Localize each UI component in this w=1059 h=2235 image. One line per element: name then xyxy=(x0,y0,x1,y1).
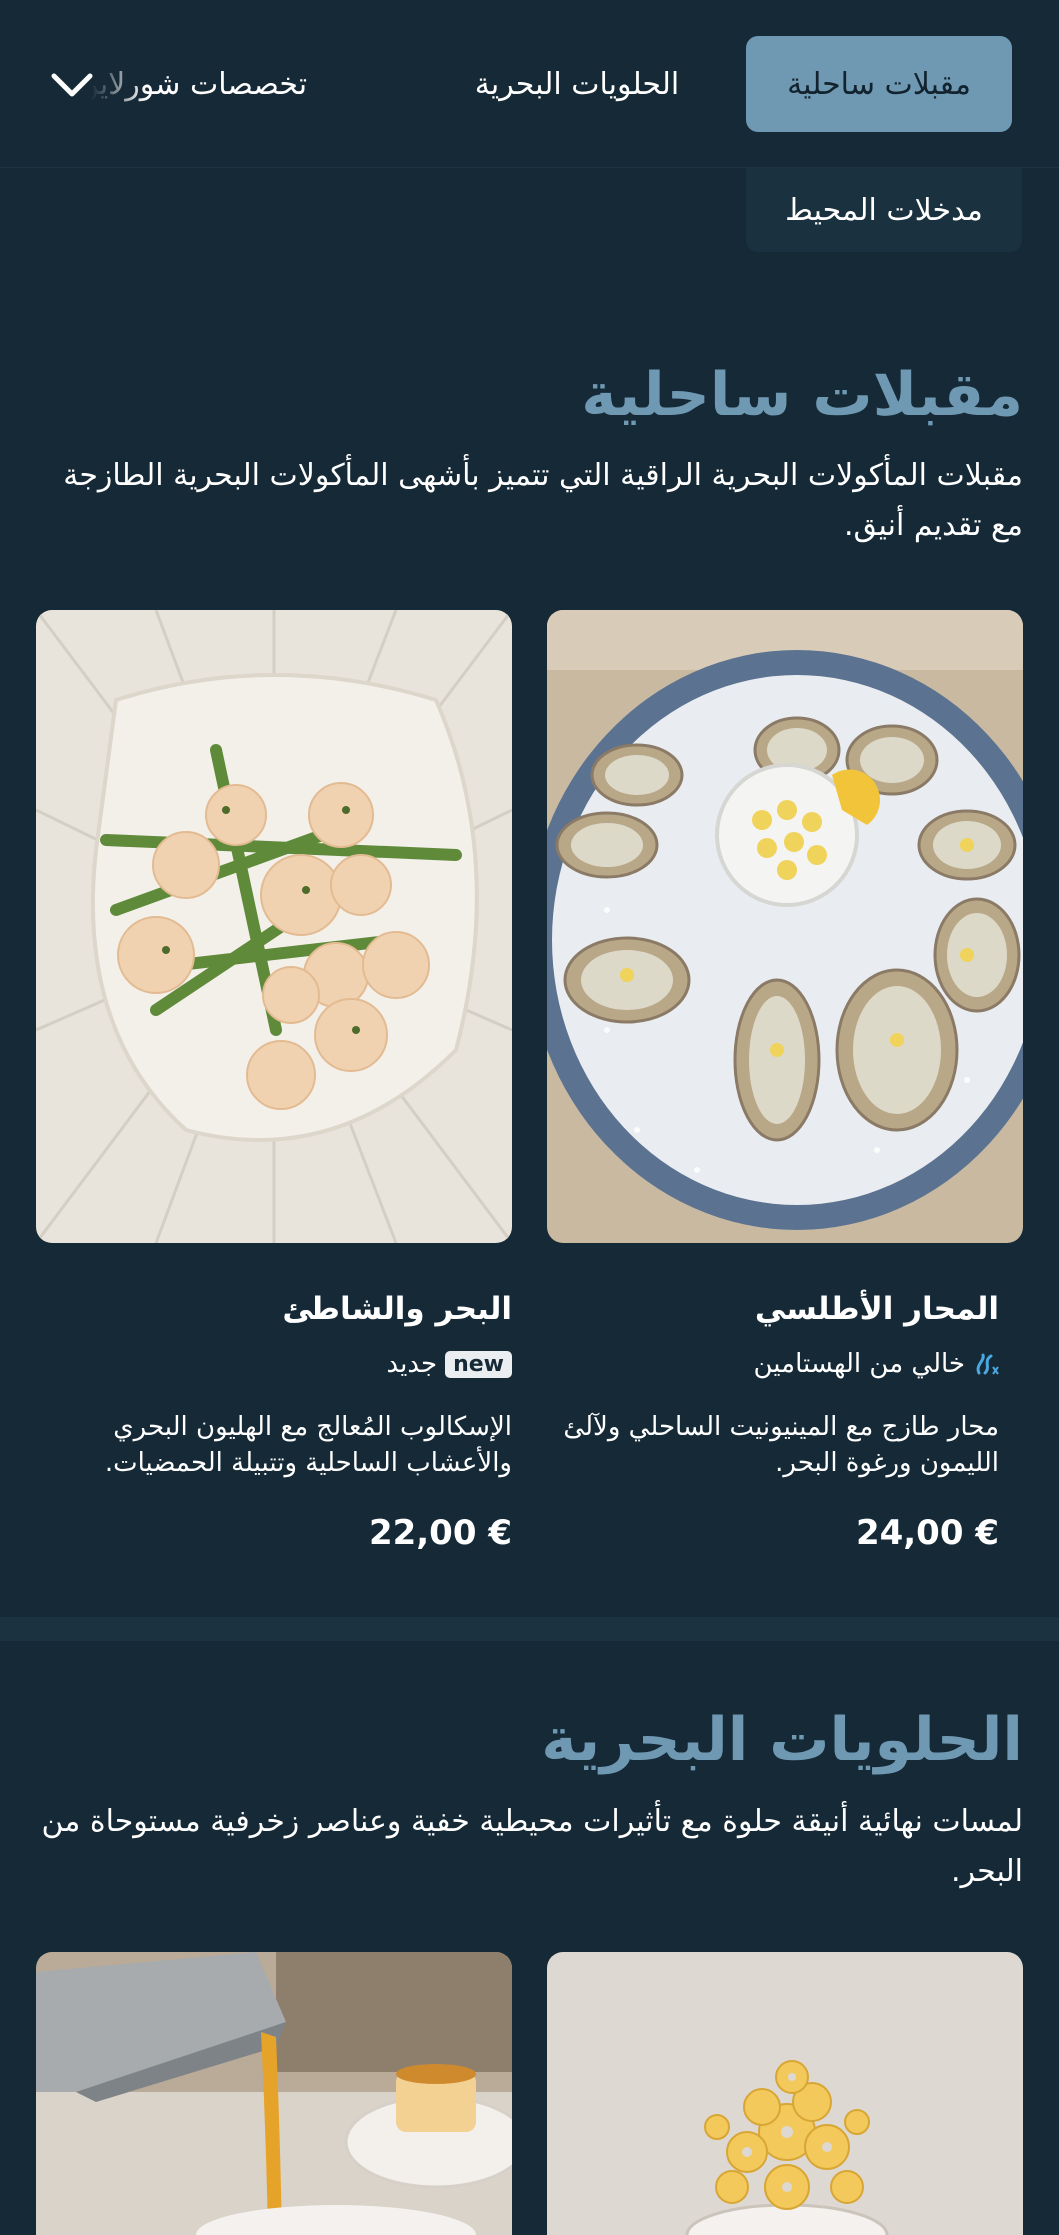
tag-label: جديد xyxy=(386,1349,438,1379)
tab-ocean-mains[interactable]: مدخلات المحيط xyxy=(746,168,1022,252)
item-price: 24,00 € xyxy=(855,1513,999,1553)
dietary-tag: خالي من الهستامين xyxy=(547,1349,999,1379)
category-nav: مقبلات ساحلية الحلويات البحرية تخصصات شو… xyxy=(0,0,1059,168)
item-name: البحر والشاطئ xyxy=(282,1291,512,1327)
scallops-image[interactable] xyxy=(36,610,512,1243)
menu-item-card[interactable]: البحر والشاطئ new جديد الإسكالوب المُعال… xyxy=(60,1291,512,1553)
oysters-image[interactable] xyxy=(547,610,1023,1243)
tab-seafood-desserts[interactable]: الحلويات البحرية xyxy=(457,36,697,132)
section-title: الحلويات البحرية xyxy=(541,1705,1023,1775)
histamine-free-icon xyxy=(976,1353,999,1375)
tab-label: الحلويات البحرية xyxy=(474,66,680,102)
sauce-pour-image[interactable] xyxy=(36,1952,512,2235)
tab-label: مقبلات ساحلية xyxy=(787,66,971,102)
section-description: لمسات نهائية أنيقة حلوة مع تأثيرات محيطي… xyxy=(41,1804,1023,1889)
tab-shoreline-specialties[interactable]: تخصصات شورلاين xyxy=(77,36,377,132)
coral-dessert-image[interactable] xyxy=(547,1952,1023,2235)
tag-label: خالي من الهستامين xyxy=(753,1349,966,1379)
section-description: مقبلات المأكولات البحرية الراقية التي تت… xyxy=(63,458,1023,543)
menu-item-card[interactable]: المحار الأطلسي خالي من الهستامين محار طا… xyxy=(547,1291,999,1553)
new-tag: new جديد xyxy=(60,1349,512,1379)
item-price: 22,00 € xyxy=(368,1513,512,1553)
tab-coastal-appetizers[interactable]: مقبلات ساحلية xyxy=(746,36,1012,132)
section-title: مقبلات ساحلية xyxy=(581,360,1023,430)
tab-label: مدخلات المحيط xyxy=(785,192,983,228)
section-divider xyxy=(0,1617,1059,1641)
item-description: الإسكالوب المُعالج مع الهليون البحري وال… xyxy=(104,1412,512,1478)
chevron-down-icon[interactable] xyxy=(50,66,94,102)
item-name: المحار الأطلسي xyxy=(754,1291,999,1327)
item-description: محار طازج مع المينيونيت الساحلي ولآلئ ال… xyxy=(563,1412,999,1478)
new-badge: new xyxy=(445,1350,512,1378)
